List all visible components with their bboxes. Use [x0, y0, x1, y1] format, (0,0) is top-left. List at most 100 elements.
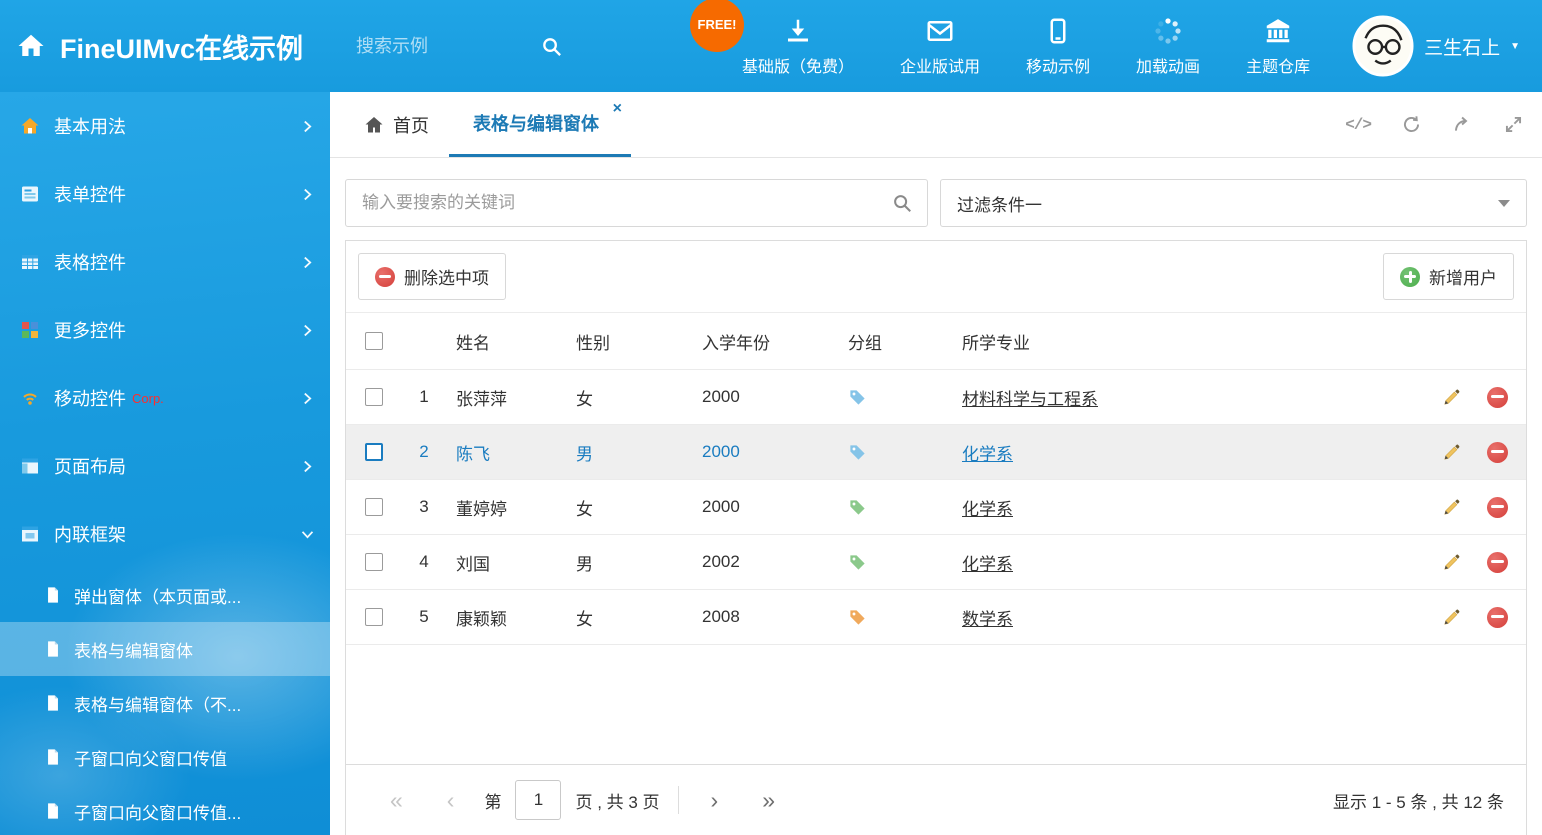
last-page-button[interactable]: » — [740, 789, 797, 812]
nav-basic-edition[interactable]: FREE! 基础版（免费） — [742, 16, 854, 77]
table-row: 3 董婷婷 女 2000 化学系 — [346, 480, 1526, 535]
sidebar-item-mobile-controls[interactable]: 移动控件 Corp. — [0, 364, 330, 432]
major-link[interactable]: 数学系 — [962, 610, 1013, 629]
delete-icon[interactable] — [1487, 552, 1508, 573]
keyword-search-input[interactable] — [360, 192, 891, 214]
file-icon — [44, 586, 62, 604]
sidebar-item-basic-usage[interactable]: 基本用法 — [0, 92, 330, 160]
row-checkbox[interactable] — [365, 443, 383, 461]
sidebar-subitem-child-to-parent-2[interactable]: 子窗口向父窗口传值... — [0, 784, 330, 835]
search-icon[interactable] — [540, 35, 563, 58]
code-icon[interactable]: </> — [1345, 116, 1371, 134]
envelope-icon — [925, 16, 955, 46]
sidebar-item-form-controls[interactable]: 表单控件 — [0, 160, 330, 228]
major-link[interactable]: 化学系 — [962, 500, 1013, 519]
row-checkbox[interactable] — [365, 608, 383, 626]
cell-name: 刘国 — [446, 550, 566, 575]
delete-icon[interactable] — [1487, 387, 1508, 408]
share-icon[interactable] — [1452, 114, 1473, 135]
nav-mobile-demo[interactable]: 移动示例 — [1026, 16, 1090, 77]
sidebar-subitem-popup-window[interactable]: 弹出窗体（本页面或... — [0, 568, 330, 622]
filter-dropdown[interactable]: 过滤条件一 — [940, 179, 1527, 227]
major-link[interactable]: 材料科学与工程系 — [962, 390, 1098, 409]
app-logo[interactable]: FineUIMvc在线示例 — [0, 27, 330, 66]
edit-icon[interactable] — [1441, 442, 1462, 463]
sidebar-item-label: 基本用法 — [54, 113, 126, 139]
blocks-icon — [20, 320, 40, 340]
nav-enterprise-trial[interactable]: 企业版试用 — [900, 16, 980, 77]
delete-icon[interactable] — [1487, 442, 1508, 463]
sidebar-subitem-grid-edit-window-2[interactable]: 表格与编辑窗体（不... — [0, 676, 330, 730]
delete-selected-button[interactable]: 删除选中项 — [358, 253, 506, 300]
next-page-button[interactable]: › — [689, 789, 741, 812]
sidebar-item-page-layout[interactable]: 页面布局 — [0, 432, 330, 500]
edit-icon[interactable] — [1441, 607, 1462, 628]
sidebar-subitem-child-to-parent[interactable]: 子窗口向父窗口传值 — [0, 730, 330, 784]
sidebar-subitem-label: 子窗口向父窗口传值 — [74, 745, 227, 770]
major-link[interactable]: 化学系 — [962, 555, 1013, 574]
row-checkbox[interactable] — [365, 498, 383, 516]
form-icon — [20, 184, 40, 204]
header-search-input[interactable] — [354, 35, 504, 58]
filter-row: 过滤条件一 — [330, 158, 1542, 240]
data-grid: 姓名 性别 入学年份 分组 所学专业 1 张萍萍 女 2000 材料科学与工程系 — [346, 313, 1526, 764]
major-link[interactable]: 化学系 — [962, 445, 1013, 464]
row-checkbox[interactable] — [365, 553, 383, 571]
home-logo-icon — [16, 31, 46, 61]
header-nav: FREE! 基础版（免费） 企业版试用 移动示例 加载动画 — [742, 16, 1310, 77]
column-header-name[interactable]: 姓名 — [446, 329, 566, 354]
fullscreen-icon[interactable] — [1503, 114, 1524, 135]
sidebar-item-grid-controls[interactable]: 表格控件 — [0, 228, 330, 296]
edit-icon[interactable] — [1441, 552, 1462, 573]
row-checkbox[interactable] — [365, 388, 383, 406]
first-page-button[interactable]: « — [368, 789, 425, 812]
tab-close-icon[interactable]: × — [613, 101, 622, 117]
tab-label: 首页 — [393, 112, 429, 138]
nav-loading-animation[interactable]: 加载动画 — [1136, 16, 1200, 77]
add-user-button[interactable]: 新增用户 — [1383, 253, 1514, 300]
sidebar-item-label: 页面布局 — [54, 453, 126, 479]
cell-name: 董婷婷 — [446, 495, 566, 520]
tab-bar: 首页 表格与编辑窗体 × </> — [330, 92, 1542, 158]
search-icon[interactable] — [891, 192, 913, 214]
mobile-icon — [1043, 16, 1073, 46]
sidebar: 基本用法 表单控件 表格控件 更多控件 移动控件 — [0, 92, 330, 835]
edit-icon[interactable] — [1441, 387, 1462, 408]
page-input[interactable] — [515, 780, 561, 820]
cell-gender: 男 — [566, 550, 692, 575]
layout-icon — [20, 456, 40, 476]
table-row: 5 康颖颖 女 2008 数学系 — [346, 590, 1526, 645]
delete-icon[interactable] — [1487, 497, 1508, 518]
user-menu[interactable]: 三生石上 ▼ — [1352, 15, 1542, 77]
chevron-right-icon — [303, 256, 312, 269]
refresh-icon[interactable] — [1401, 114, 1422, 135]
cell-name: 张萍萍 — [446, 385, 566, 410]
chevron-right-icon — [303, 460, 312, 473]
cell-year: 2008 — [692, 607, 838, 627]
column-header-gender[interactable]: 性别 — [566, 329, 692, 354]
tab-home[interactable]: 首页 — [344, 92, 449, 157]
sidebar-item-more-controls[interactable]: 更多控件 — [0, 296, 330, 364]
tab-grid-edit-window[interactable]: 表格与编辑窗体 × — [449, 92, 631, 157]
cell-gender: 女 — [566, 605, 692, 630]
nav-theme-store[interactable]: 主题仓库 — [1246, 16, 1310, 77]
column-header-major[interactable]: 所学专业 — [952, 329, 1408, 354]
edit-icon[interactable] — [1441, 497, 1462, 518]
select-all-checkbox[interactable] — [365, 332, 383, 350]
chevron-right-icon — [303, 120, 312, 133]
sidebar-item-label: 移动控件 — [54, 385, 126, 411]
sidebar-item-iframe[interactable]: 内联框架 — [0, 500, 330, 568]
file-icon — [44, 694, 62, 712]
prev-page-button[interactable]: ‹ — [425, 789, 477, 812]
home-icon — [364, 115, 384, 135]
row-number: 1 — [402, 387, 446, 407]
cell-name: 康颖颖 — [446, 605, 566, 630]
sidebar-subitem-grid-edit-window[interactable]: 表格与编辑窗体 — [0, 622, 330, 676]
delete-icon[interactable] — [1487, 607, 1508, 628]
table-row: 2 陈飞 男 2000 化学系 — [346, 425, 1526, 480]
column-header-group[interactable]: 分组 — [838, 329, 952, 354]
table-row: 4 刘国 男 2002 化学系 — [346, 535, 1526, 590]
column-header-year[interactable]: 入学年份 — [692, 329, 838, 354]
divider — [678, 786, 679, 814]
tab-label: 表格与编辑窗体 — [473, 110, 599, 136]
